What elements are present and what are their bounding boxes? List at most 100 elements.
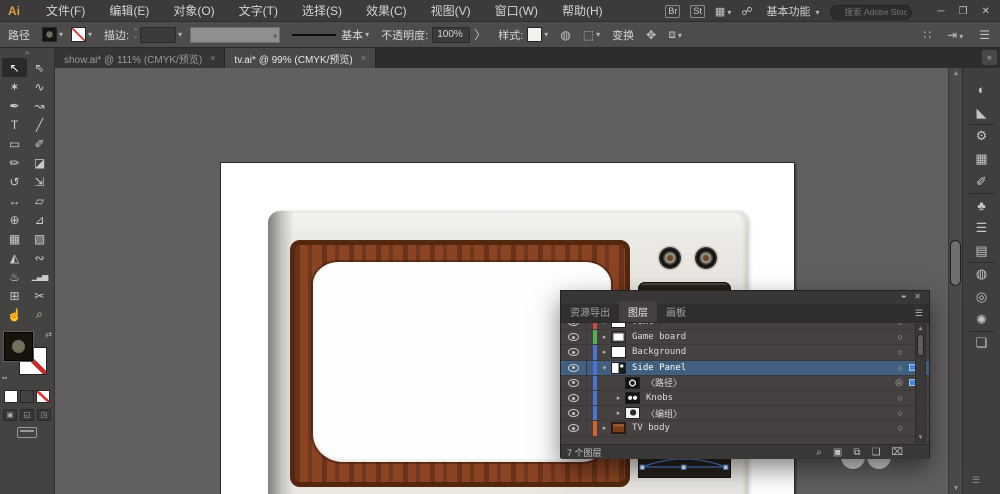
expand-arrow-icon[interactable]: ▸	[598, 323, 611, 326]
layer-name[interactable]: TV body	[632, 423, 670, 433]
layer-row[interactable]: ▸ 〈编组〉 ○	[561, 406, 929, 421]
visibility-toggle[interactable]	[561, 376, 587, 390]
expand-arrow-icon[interactable]: ▸	[598, 424, 611, 432]
appearance-panel-icon[interactable]: ◎	[969, 285, 995, 308]
gradient-panel-icon[interactable]: ▤	[969, 239, 995, 262]
collapse-panel-icon[interactable]: ▪▪	[901, 292, 905, 301]
visibility-toggle[interactable]	[561, 345, 587, 359]
artboard-grid-icon[interactable]: ∷	[924, 28, 932, 42]
symbol-sprayer-tool-button[interactable]: ♨	[2, 267, 27, 286]
chevron-down-icon[interactable]: ▾	[544, 30, 548, 39]
document-tab[interactable]: tv.ai* @ 99% (CMYK/预览) ×	[225, 48, 376, 68]
artboard-tool-button[interactable]: ⊞	[2, 286, 27, 305]
panel-tab[interactable]: 图层	[619, 301, 657, 322]
panel-scrollbar[interactable]: ▲ ▼	[915, 324, 926, 443]
shape-builder-tool-button[interactable]: ⊕	[2, 210, 27, 229]
layers-panel-icon[interactable]: ❏	[969, 331, 995, 354]
layer-name[interactable]: Text	[632, 323, 654, 327]
canvas-vertical-scrollbar[interactable]: ▲ ▼	[948, 68, 962, 494]
zoom-tool-button[interactable]: ⌕	[27, 305, 52, 324]
mesh-tool-button[interactable]: ▦	[2, 229, 27, 248]
gradient-tool-button[interactable]: ▧	[27, 229, 52, 248]
scale-tool-button[interactable]: ⇲	[27, 172, 52, 191]
locate-object-icon[interactable]: ⌕	[816, 447, 822, 458]
draw-inside-button[interactable]: ◳	[37, 409, 51, 421]
color-themes-panel-icon[interactable]: ⚙	[969, 124, 995, 147]
layer-row[interactable]: ▸ Text ○	[561, 323, 929, 330]
expand-arrow-icon[interactable]: ▸	[598, 333, 611, 341]
menu-item[interactable]: 选择(S)	[290, 0, 354, 22]
rotate-tool-button[interactable]: ↺	[2, 172, 27, 191]
layer-name[interactable]: Knobs	[646, 393, 673, 403]
draw-behind-button[interactable]: ◱	[20, 409, 34, 421]
delete-layer-icon[interactable]: ⌧	[891, 447, 903, 458]
gradient-button[interactable]	[20, 390, 34, 403]
share-icon[interactable]: ☍	[741, 5, 752, 18]
scroll-up-icon[interactable]: ▲	[949, 70, 963, 77]
default-fill-stroke-icon[interactable]: ▪▪	[2, 375, 7, 382]
layer-row[interactable]: ▸ TV body ○	[561, 421, 929, 436]
panel-tab[interactable]: 画板	[657, 301, 695, 322]
lasso-tool-button[interactable]: ∿	[27, 77, 52, 96]
stroke-color-swatch[interactable]	[71, 27, 86, 42]
target-circle-icon[interactable]: ○	[898, 393, 903, 403]
paintbrush-tool-button[interactable]: ✐	[27, 134, 52, 153]
width-tool-button[interactable]: ↔	[2, 191, 27, 210]
visibility-toggle[interactable]	[561, 330, 587, 344]
fill-swatch[interactable]	[4, 332, 33, 361]
symbols-panel-icon[interactable]: ♣	[969, 193, 995, 216]
magic-wand-tool-button[interactable]: ✶	[2, 77, 27, 96]
target-circle-icon[interactable]: ○	[898, 423, 903, 433]
layer-row[interactable]: ▸ Game board ○	[561, 330, 929, 345]
swatches-panel-icon[interactable]: ▦	[969, 147, 995, 170]
none-button[interactable]	[36, 390, 50, 403]
select-similar-icon[interactable]: ⬚	[583, 28, 594, 42]
slice-tool-button[interactable]: ✂	[27, 286, 52, 305]
eraser-tool-button[interactable]: ◪	[27, 153, 52, 172]
bridge-icon[interactable]: Br	[665, 5, 680, 18]
target-circle-icon[interactable]: ○	[898, 408, 903, 418]
layer-row[interactable]: 〈路径〉 ◎	[561, 376, 929, 391]
type-tool-button[interactable]: T	[2, 115, 27, 134]
chevron-down-icon[interactable]: ▾	[365, 30, 369, 39]
fill-color-swatch[interactable]	[42, 27, 57, 42]
eyedropper-tool-button[interactable]: ◭	[2, 248, 27, 267]
dock-expand-icon[interactable]: «	[982, 50, 997, 65]
target-circle-icon[interactable]: ◎	[895, 377, 903, 388]
color-button[interactable]	[4, 390, 18, 403]
perspective-grid-tool-button[interactable]: ⊿	[27, 210, 52, 229]
menu-item[interactable]: 窗口(W)	[483, 0, 550, 22]
close-tab-icon[interactable]: ×	[361, 53, 366, 63]
brushes-panel-icon[interactable]: ✐	[969, 170, 995, 193]
tv-knob-shape[interactable]	[695, 247, 717, 269]
direct-selection-tool-button[interactable]: ⇖	[27, 58, 52, 77]
selection-tool-button[interactable]: ↖	[2, 58, 27, 77]
menu-item[interactable]: 文件(F)	[34, 0, 97, 22]
scrollbar-thumb[interactable]	[917, 334, 924, 356]
close-tab-icon[interactable]: ×	[210, 53, 215, 63]
panel-tab[interactable]: 资源导出	[561, 301, 619, 322]
panel-menu-icon[interactable]: ☰	[915, 308, 923, 319]
pen-tool-button[interactable]: ✒	[2, 96, 27, 115]
menu-item[interactable]: 效果(C)	[354, 0, 419, 22]
clipping-mask-icon[interactable]: ▣	[833, 447, 842, 458]
layer-name[interactable]: 〈路径〉	[646, 376, 682, 389]
layer-name[interactable]: Background	[632, 347, 686, 357]
graphic-style-swatch[interactable]	[527, 27, 542, 42]
transparency-panel-icon[interactable]: ◍	[969, 262, 995, 285]
workspace-switcher[interactable]: 基本功能 ▾	[766, 3, 819, 19]
restore-button[interactable]: ❐	[959, 6, 968, 17]
draw-normal-button[interactable]: ▣	[3, 409, 17, 421]
layer-name[interactable]: Game board	[632, 332, 686, 342]
chevron-down-icon[interactable]: ▾	[59, 30, 63, 39]
graphic-styles-panel-icon[interactable]: ✺	[969, 308, 995, 331]
expand-arrow-icon[interactable]: ▾	[598, 364, 611, 372]
close-button[interactable]: ✕	[982, 6, 990, 17]
layer-name[interactable]: Side Panel	[632, 363, 686, 373]
stock-icon[interactable]: St	[690, 5, 705, 18]
menu-item[interactable]: 视图(V)	[419, 0, 483, 22]
shaper-tool-button[interactable]: ✏	[2, 153, 27, 172]
rectangle-tool-button[interactable]: ▭	[2, 134, 27, 153]
stroke-weight-field[interactable]	[140, 27, 176, 43]
arrange-documents-icon[interactable]: ▦▾	[715, 5, 731, 18]
